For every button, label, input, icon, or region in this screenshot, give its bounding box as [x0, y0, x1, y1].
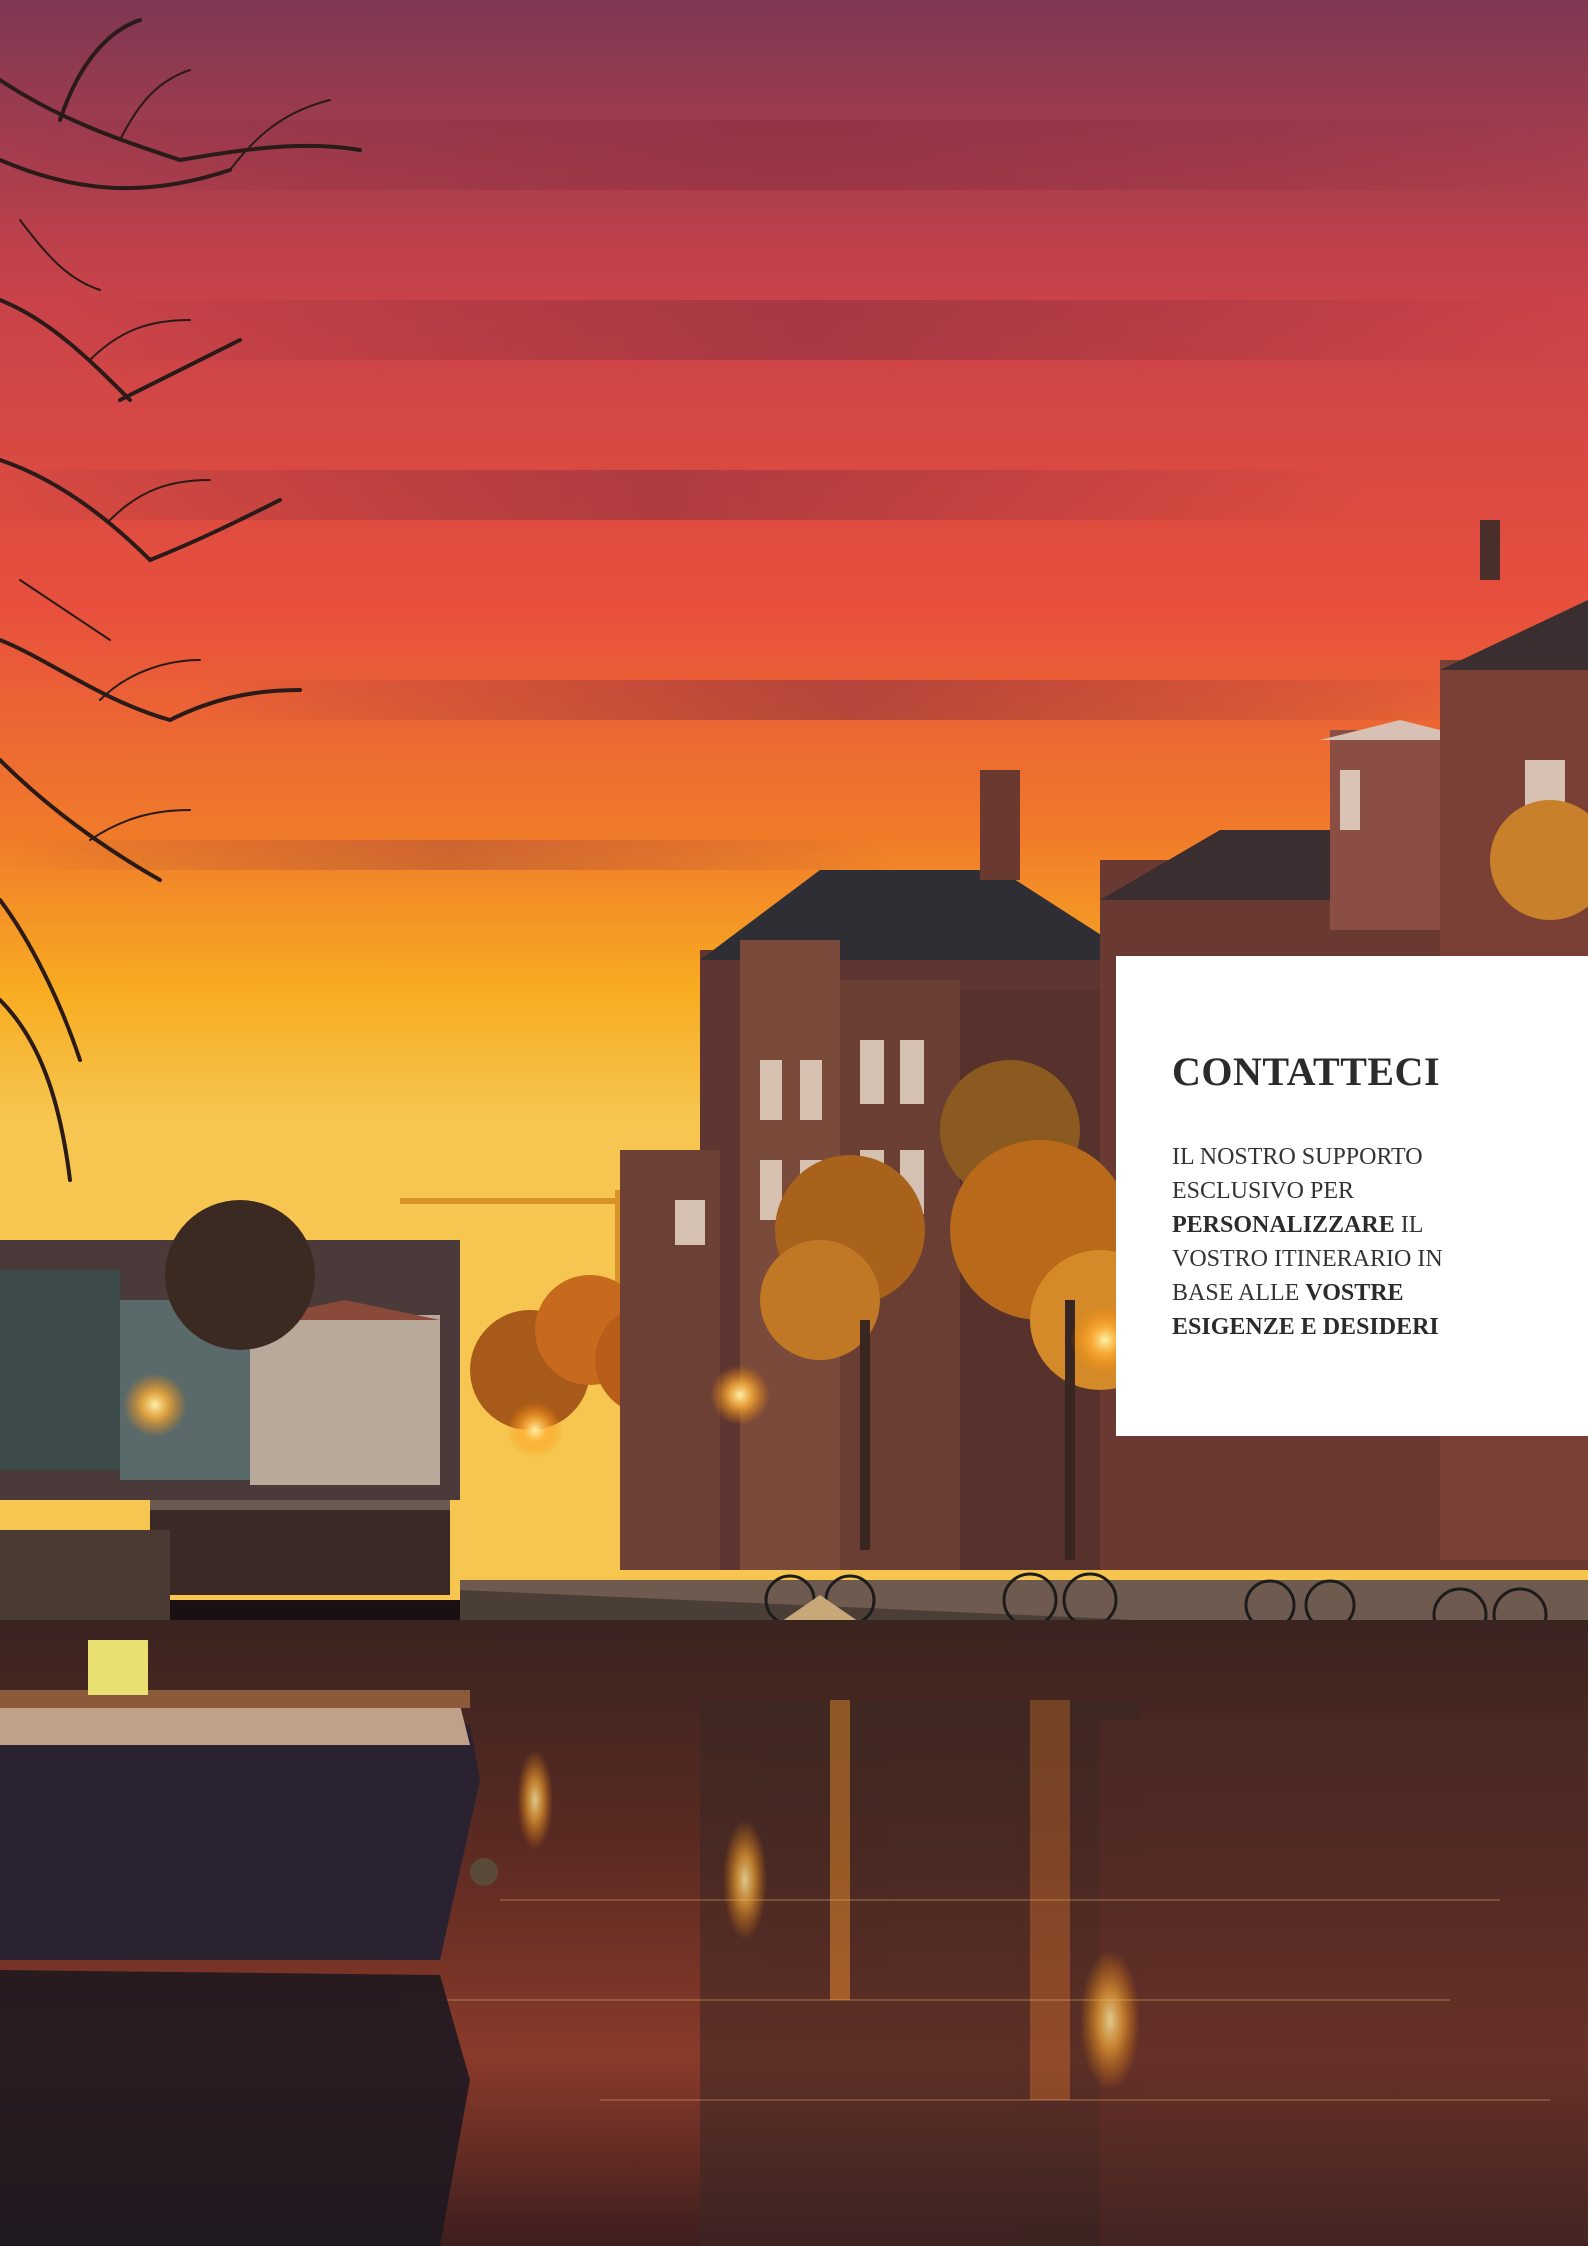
contact-text-bold1: PERSONALIZZARE [1172, 1212, 1395, 1238]
contact-description: IL NOSTRO SUPPORTO ESCLUSIVO PER PERSONA… [1172, 1140, 1492, 1344]
contact-text-part1: IL NOSTRO SUPPORTO ESCLUSIVO PER [1172, 1144, 1423, 1204]
contact-card: CONTATTECI IL NOSTRO SUPPORTO ESCLUSIVO … [1116, 956, 1588, 1436]
brochure-page: CONTATTECI IL NOSTRO SUPPORTO ESCLUSIVO … [0, 0, 1588, 2246]
contact-title: CONTATTECI [1172, 1049, 1441, 1094]
